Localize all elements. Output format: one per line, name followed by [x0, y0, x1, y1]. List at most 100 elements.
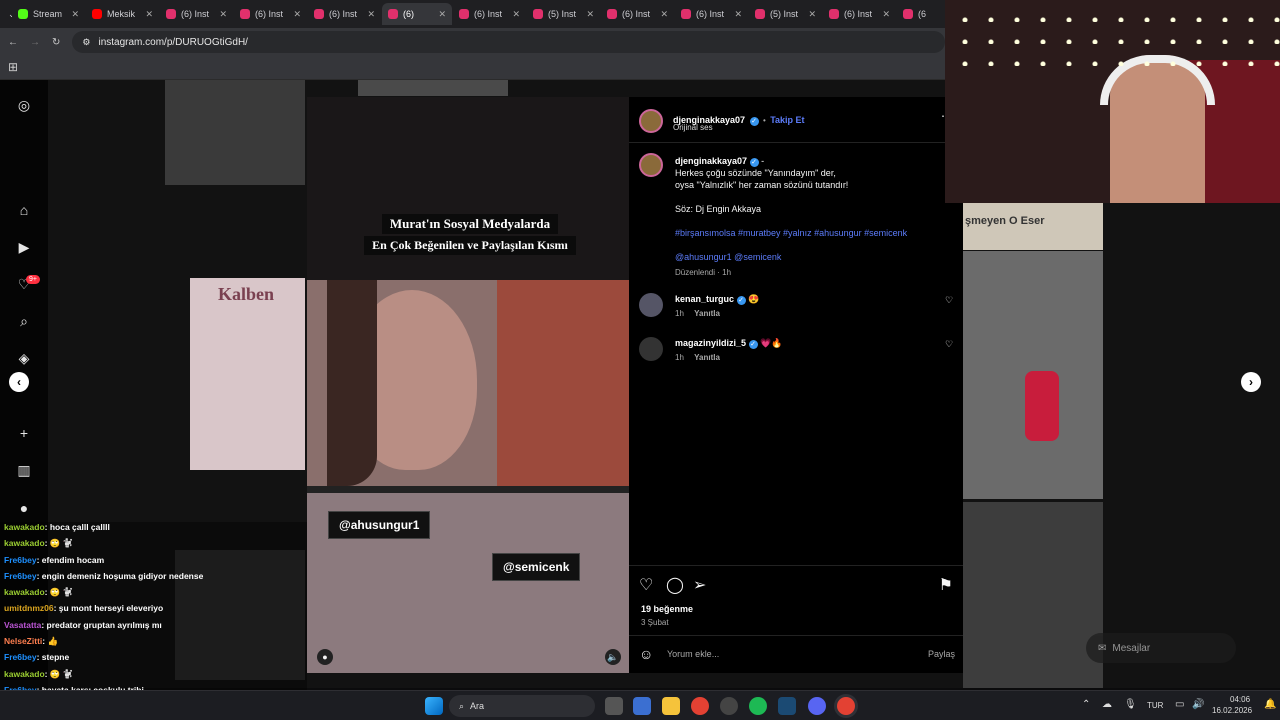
chat-username[interactable]: NelseZitti	[4, 636, 42, 646]
back-icon[interactable]: ←	[8, 37, 18, 48]
chat-username[interactable]: Fre6bey	[4, 571, 37, 581]
reload-icon[interactable]: ↻	[52, 37, 60, 48]
bg-tile-photo[interactable]	[165, 80, 305, 185]
comment-input[interactable]: Yorum ekle...	[667, 649, 719, 659]
url-field[interactable]: ⚙ instagram.com/p/DURUOGtiGdH/	[72, 31, 945, 53]
tab-close-icon[interactable]: ✕	[512, 9, 520, 20]
post-comment-button[interactable]: Paylaş	[928, 649, 955, 659]
tab-close-icon[interactable]: ✕	[660, 9, 668, 20]
tab-close-icon[interactable]: ✕	[293, 9, 301, 20]
previous-post-button[interactable]: ‹	[9, 372, 29, 392]
caption-hashtags[interactable]: #birşansımolsa #muratbey #yalnız #ahusun…	[675, 227, 945, 239]
chat-username[interactable]: Vasatatta	[4, 620, 41, 630]
browser-tab[interactable]: Meksik ✕	[86, 3, 159, 25]
comment-like-icon[interactable]: ♡	[945, 339, 953, 350]
browser-tab[interactable]: (6) Inst ✕	[675, 3, 748, 25]
notification-bell-icon[interactable]: 🔔	[1264, 699, 1276, 710]
bg-tile-photo[interactable]: Kalben	[190, 278, 305, 470]
reels-icon[interactable]: ▶	[14, 237, 34, 257]
mute-icon[interactable]: 🔈	[605, 649, 621, 665]
tab-close-icon[interactable]: ✕	[71, 9, 79, 20]
next-post-button[interactable]: ›	[1241, 372, 1261, 392]
browser-tab[interactable]: (6) Inst ✕	[453, 3, 526, 25]
share-icon[interactable]: ➢	[693, 575, 706, 595]
browser-tab[interactable]: (6) Inst ✕	[160, 3, 233, 25]
comment-reply[interactable]: Yanıtla	[694, 309, 720, 318]
tab-close-icon[interactable]: ✕	[808, 9, 816, 20]
network-icon[interactable]: ▭	[1175, 699, 1184, 710]
emoji-icon[interactable]: ☺	[639, 646, 653, 662]
follow-button[interactable]: Takip Et	[770, 115, 804, 125]
file-explorer-icon[interactable]	[662, 697, 680, 715]
chat-username[interactable]: umitdnmz06	[4, 603, 54, 613]
browser-tab[interactable]: (5) Inst ✕	[749, 3, 822, 25]
comment-like-icon[interactable]: ♡	[945, 295, 953, 306]
tab-list-menu[interactable]: ⌄	[4, 3, 12, 25]
chrome-icon[interactable]	[691, 697, 709, 715]
browser-tab[interactable]: (6) Inst ✕	[823, 3, 896, 25]
user-tags-icon[interactable]: ●	[317, 649, 333, 665]
store-icon[interactable]	[633, 697, 651, 715]
apps-grid-icon[interactable]: ⊞	[8, 60, 18, 74]
caption-avatar[interactable]	[639, 153, 663, 177]
comment-icon[interactable]: ◯	[666, 575, 684, 595]
site-info-icon[interactable]: ⚙	[82, 37, 90, 48]
caption-author[interactable]: djenginakkaya07	[675, 156, 747, 166]
tab-close-icon[interactable]: ✕	[734, 9, 742, 20]
tab-close-icon[interactable]: ✕	[219, 9, 227, 20]
clock-date[interactable]: 16.02.2026	[1212, 706, 1252, 715]
likes-count[interactable]: 19 beğenme	[641, 604, 693, 614]
chat-username[interactable]: kawakado	[4, 522, 45, 532]
search-icon[interactable]: ⌕	[14, 311, 34, 331]
explore-icon[interactable]: ◈	[14, 348, 34, 368]
spotify-icon[interactable]	[749, 697, 767, 715]
bg-tile-photo[interactable]: şmeyen O Eser	[963, 203, 1103, 250]
create-icon[interactable]: +	[14, 423, 34, 443]
tab-close-icon[interactable]: ✕	[438, 9, 446, 20]
chat-username[interactable]: kawakado	[4, 587, 45, 597]
mic-icon[interactable]: 🎙	[1124, 699, 1137, 710]
browser-tab[interactable]: (6) Inst ✕	[234, 3, 307, 25]
home-icon[interactable]: ⌂	[14, 200, 34, 220]
caption-mentions[interactable]: @ahusungur1 @semicenk	[675, 251, 945, 263]
tab-close-icon[interactable]: ✕	[586, 9, 594, 20]
task-view-icon[interactable]	[605, 697, 623, 715]
author-avatar[interactable]	[639, 109, 663, 133]
commenter-avatar[interactable]	[639, 293, 663, 317]
commenter-avatar[interactable]	[639, 337, 663, 361]
github-icon[interactable]	[720, 697, 738, 715]
volume-icon[interactable]: 🔊	[1192, 699, 1204, 710]
start-icon[interactable]	[425, 697, 443, 715]
browser-tab[interactable]: (6) ✕	[382, 3, 452, 25]
browser-tab[interactable]: Stream ✕	[12, 3, 85, 25]
steam-icon[interactable]	[778, 697, 796, 715]
discord-icon[interactable]	[808, 697, 826, 715]
browser-tab[interactable]: (5) Inst ✕	[527, 3, 600, 25]
bg-tile-photo[interactable]	[963, 502, 1103, 688]
chat-username[interactable]: kawakado	[4, 669, 45, 679]
audio-label[interactable]: Orijinal ses	[673, 123, 713, 132]
tray-chevron-icon[interactable]: ⌃	[1082, 699, 1090, 710]
like-icon[interactable]: ♡	[639, 575, 653, 595]
taskbar-search[interactable]: ⌕ Ara	[449, 695, 595, 717]
chrome-active-icon[interactable]	[837, 697, 855, 715]
bg-tile-photo[interactable]	[358, 80, 508, 96]
chat-username[interactable]: Fre6bey	[4, 652, 37, 662]
comment-username[interactable]: kenan_turguc	[675, 294, 734, 304]
comment-username[interactable]: magazinyildizi_5	[675, 338, 746, 348]
post-media[interactable]: Murat'ın Sosyal Medyalarda En Çok Beğeni…	[307, 97, 629, 673]
profile-icon[interactable]: ●	[14, 498, 34, 518]
messages-button[interactable]: ✉ Mesajlar	[1086, 633, 1236, 663]
browser-tab[interactable]: (6) Inst ✕	[601, 3, 674, 25]
chat-username[interactable]: kawakado	[4, 538, 45, 548]
dashboard-icon[interactable]: ▥	[14, 460, 34, 480]
forward-icon[interactable]: →	[30, 37, 40, 48]
instagram-logo-icon[interactable]: ◎	[14, 95, 34, 115]
tab-close-icon[interactable]: ✕	[367, 9, 375, 20]
clock-time[interactable]: 04:06	[1230, 695, 1250, 704]
tab-close-icon[interactable]: ✕	[882, 9, 890, 20]
chat-username[interactable]: Fre6bey	[4, 555, 37, 565]
onedrive-icon[interactable]: ☁	[1102, 699, 1112, 710]
tab-close-icon[interactable]: ✕	[145, 9, 153, 20]
browser-tab[interactable]: (6) Inst ✕	[308, 3, 381, 25]
